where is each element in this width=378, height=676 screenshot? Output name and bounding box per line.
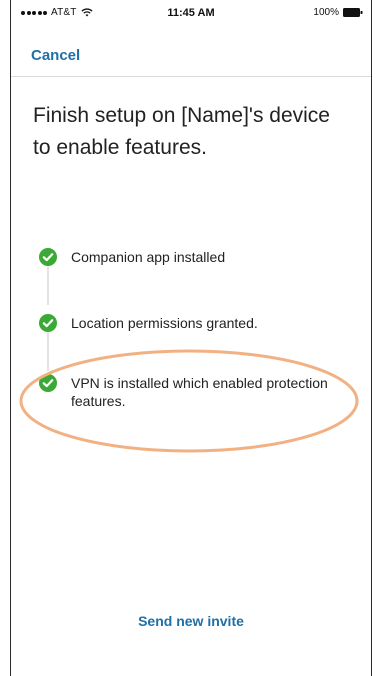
- battery-icon: [343, 8, 363, 17]
- send-new-invite-button[interactable]: Send new invite: [11, 613, 371, 629]
- step-label: Location permissions granted.: [71, 315, 258, 331]
- check-circle-icon: [39, 314, 57, 332]
- step-connector: [47, 265, 49, 305]
- navigation-bar: Cancel: [11, 24, 371, 77]
- highlight-annotation: [19, 349, 359, 453]
- page-title: Finish setup on [Name]'s device to enabl…: [33, 104, 330, 159]
- status-bar: AT&T 11:45 AM 100%: [11, 0, 371, 24]
- step-label: Companion app installed: [71, 249, 226, 265]
- battery-percentage: 100%: [313, 7, 339, 18]
- status-right: 100%: [313, 7, 363, 18]
- phone-screen: AT&T 11:45 AM 100% Cancel Finish setup o…: [10, 0, 372, 676]
- check-circle-icon: [39, 248, 57, 266]
- cancel-button[interactable]: Cancel: [31, 47, 80, 64]
- list-item: Location permissions granted.: [39, 314, 331, 332]
- list-item: Companion app installed: [39, 248, 331, 266]
